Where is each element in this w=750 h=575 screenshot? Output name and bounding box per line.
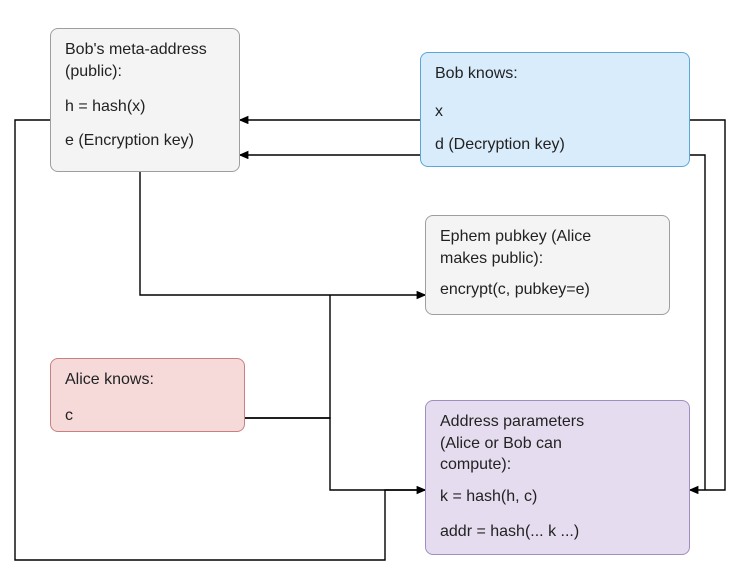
addr-title: Address parameters (Alice or Bob can com… [440,411,675,476]
arrow-h-to-k [15,120,425,560]
alice-c: c [65,405,230,427]
bob-x: x [435,101,675,123]
box-alice-knows: Alice knows: c [50,358,245,432]
bob-d: d (Decryption key) [435,134,675,156]
meta-title-line1: Bob's meta-address [65,41,207,58]
meta-h: h = hash(x) [65,96,225,118]
meta-title-line2: (public): [65,63,122,80]
ephem-encrypt: encrypt(c, pubkey=e) [440,279,655,301]
box-address-parameters: Address parameters (Alice or Bob can com… [425,400,690,555]
arrow-x-to-k [690,120,725,490]
addr-k: k = hash(h, c) [440,486,675,508]
addr-title-line3: compute): [440,456,511,473]
meta-title: Bob's meta-address (public): [65,39,225,82]
ephem-title-line1: Ephem pubkey (Alice [440,228,591,245]
box-bob-knows: Bob knows: x d (Decryption key) [420,52,690,167]
addr-title-line2: (Alice or Bob can [440,435,562,452]
box-bob-meta-address: Bob's meta-address (public): h = hash(x)… [50,28,240,172]
alice-title: Alice knows: [65,369,230,391]
arrow-e-to-encrypt [140,172,425,295]
addr-addr: addr = hash(... k ...) [440,521,675,543]
bob-title: Bob knows: [435,63,675,85]
ephem-title-line2: makes public): [440,250,543,267]
meta-e: e (Encryption key) [65,130,225,152]
ephem-title: Ephem pubkey (Alice makes public): [440,226,655,269]
addr-title-line1: Address parameters [440,413,584,430]
box-ephem-pubkey: Ephem pubkey (Alice makes public): encry… [425,215,670,315]
arrow-d-to-k [690,155,705,490]
